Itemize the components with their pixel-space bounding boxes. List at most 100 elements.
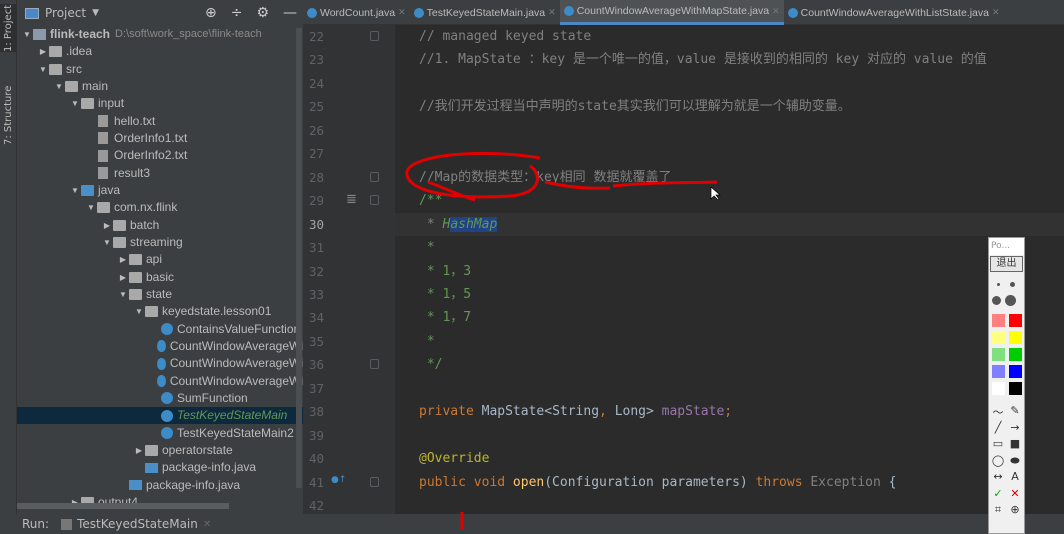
gear-icon[interactable]: ⚙	[256, 5, 269, 21]
arrow-down-icon[interactable]: ▼	[133, 303, 145, 320]
pen-tool-button[interactable]: ▭	[991, 437, 1005, 450]
color-swatch[interactable]	[992, 382, 1005, 395]
tree-item[interactable]: SumFunction	[17, 390, 303, 407]
arrow-down-icon[interactable]: ▼	[117, 286, 129, 303]
color-swatch[interactable]	[992, 365, 1005, 378]
tree-item[interactable]: hello.txt	[17, 113, 303, 130]
code-line[interactable]: */	[419, 353, 443, 376]
code-line[interactable]: * 1，7	[419, 306, 471, 329]
close-tab-icon[interactable]: ✕	[548, 7, 556, 18]
pen-tool-button[interactable]: A	[1008, 470, 1022, 483]
color-swatch[interactable]	[992, 331, 1005, 344]
tree-item[interactable]: package-info.java	[17, 477, 303, 494]
structure-tool-tab[interactable]: 7: Structure	[0, 82, 17, 148]
color-swatch[interactable]	[1009, 331, 1022, 344]
run-config-tab[interactable]: TestKeyedStateMain ✕	[61, 517, 211, 531]
code-line[interactable]: /**	[419, 189, 442, 212]
code-line[interactable]: //1. MapState ：key 是一个唯一的值，value 是接收到的相同…	[419, 48, 987, 71]
code-line[interactable]: @Override	[419, 447, 489, 470]
close-tab-icon[interactable]: ✕	[772, 6, 780, 17]
pen-tool-button[interactable]: ✎	[1008, 404, 1022, 417]
tree-horizontal-scrollbar[interactable]	[17, 503, 229, 509]
editor-tab[interactable]: TestKeyedStateMain.java ✕	[410, 0, 560, 25]
project-tool-tab[interactable]: 1: Project	[0, 4, 17, 52]
pen-tool-button[interactable]: ╱	[991, 421, 1005, 434]
project-view-selector[interactable]: Project	[45, 6, 86, 20]
tree-item[interactable]: ContainsValueFunction	[17, 321, 303, 338]
tree-item[interactable]: ▶ api	[17, 251, 303, 268]
arrow-right-icon[interactable]: ▶	[101, 217, 113, 234]
tree-item[interactable]: ▼ state	[17, 286, 303, 303]
color-swatch[interactable]	[1009, 365, 1022, 378]
tree-item[interactable]: OrderInfo2.txt	[17, 147, 303, 164]
tree-item[interactable]: ▶ operatorstate	[17, 442, 303, 459]
arrow-right-icon[interactable]: ▶	[117, 269, 129, 286]
editor-tab[interactable]: CountWindowAverageWithMapState.java ✕	[559, 0, 784, 25]
brush-size-dot[interactable]	[992, 296, 1001, 305]
code-line[interactable]: //Map的数据类型：key相同 数据就覆盖了	[419, 166, 671, 189]
tree-item[interactable]: ▼ keyedstate.lesson01	[17, 303, 303, 320]
close-tab-icon[interactable]: ✕	[992, 7, 1000, 18]
pen-tool-button[interactable]: ■	[1008, 437, 1022, 450]
code-line[interactable]: public void open(Configuration parameter…	[419, 471, 896, 494]
pen-tool-button[interactable]: ✕	[1008, 487, 1022, 500]
collapse-icon[interactable]: ÷	[231, 5, 243, 21]
pen-tool-button[interactable]: ～	[991, 404, 1005, 420]
pen-tool-button[interactable]: ✓	[991, 487, 1005, 500]
exit-button[interactable]: 退出	[990, 256, 1023, 272]
editor-tab[interactable]: WordCount.java ✕	[303, 0, 410, 25]
code-line[interactable]: * HashMap	[419, 213, 498, 236]
tree-item[interactable]: result3	[17, 165, 303, 182]
close-tab-icon[interactable]: ✕	[398, 7, 406, 18]
brush-size-dot[interactable]	[997, 283, 1000, 286]
code-line[interactable]: *	[419, 236, 435, 259]
color-swatch[interactable]	[1009, 348, 1022, 361]
fold-icon[interactable]	[370, 171, 379, 182]
tree-item[interactable]: CountWindowAverageWi	[17, 373, 303, 390]
tree-item[interactable]: ▼ main	[17, 78, 303, 95]
color-swatch[interactable]	[992, 348, 1005, 361]
tree-item[interactable]: TestKeyedStateMain2	[17, 425, 303, 442]
code-line[interactable]: *	[419, 330, 435, 353]
tree-item[interactable]: ▶ batch	[17, 217, 303, 234]
override-method-icon[interactable]: ●↑	[331, 475, 346, 485]
tree-item[interactable]: ▶ basic	[17, 269, 303, 286]
code-line[interactable]: * 1，5	[419, 283, 471, 306]
fold-icon[interactable]	[370, 476, 379, 487]
doc-render-icon[interactable]: ≣	[346, 192, 357, 207]
pen-tool-button[interactable]: ⊕	[1008, 503, 1022, 516]
arrow-down-icon[interactable]: ▼	[53, 78, 65, 95]
arrow-right-icon[interactable]: ▶	[117, 251, 129, 268]
tree-item[interactable]: CountWindowAverageWi	[17, 338, 303, 355]
tree-item[interactable]: ▼ src	[17, 61, 303, 78]
fold-icon[interactable]	[370, 195, 379, 206]
fold-icon[interactable]	[370, 31, 379, 41]
pen-tool-button[interactable]: ◯	[991, 454, 1005, 467]
tree-item[interactable]: ▶ .idea	[17, 43, 303, 60]
tree-item[interactable]: CountWindowAverageWi	[17, 355, 303, 372]
tree-item[interactable]: ▼ java	[17, 182, 303, 199]
fold-icon[interactable]	[370, 359, 379, 370]
color-swatch[interactable]	[1009, 314, 1022, 327]
minimize-icon[interactable]: —	[283, 5, 297, 21]
color-swatch[interactable]	[1009, 382, 1022, 395]
locate-icon[interactable]: ⊕	[205, 5, 217, 21]
arrow-down-icon[interactable]: ▼	[85, 199, 97, 216]
pen-tool-button[interactable]: ↔	[991, 470, 1005, 483]
code-line[interactable]: private MapState<String, Long> mapState;	[419, 400, 732, 423]
arrow-down-icon[interactable]: ▼	[37, 61, 49, 78]
pen-tool-button[interactable]: →	[1008, 421, 1022, 434]
tree-vertical-scrollbar[interactable]	[296, 28, 302, 488]
editor-tab[interactable]: CountWindowAverageWithListState.java ✕	[784, 0, 1004, 25]
close-icon[interactable]: ✕	[203, 519, 211, 530]
arrow-right-icon[interactable]: ▶	[37, 43, 49, 60]
arrow-down-icon[interactable]: ▼	[69, 182, 81, 199]
arrow-right-icon[interactable]: ▶	[133, 442, 145, 459]
tree-item[interactable]: OrderInfo1.txt	[17, 130, 303, 147]
code-editor[interactable]: // managed keyed state //1. MapState ：key…	[395, 25, 1064, 514]
arrow-down-icon[interactable]: ▼	[101, 234, 113, 251]
tree-item[interactable]: ▼ input	[17, 95, 303, 112]
pen-tool-button[interactable]: ⌗	[991, 503, 1005, 517]
tree-item[interactable]: ▼ flink-teach D:\soft\work_space\flink-tea…	[17, 26, 303, 43]
code-line[interactable]: * 1，3	[419, 260, 471, 283]
